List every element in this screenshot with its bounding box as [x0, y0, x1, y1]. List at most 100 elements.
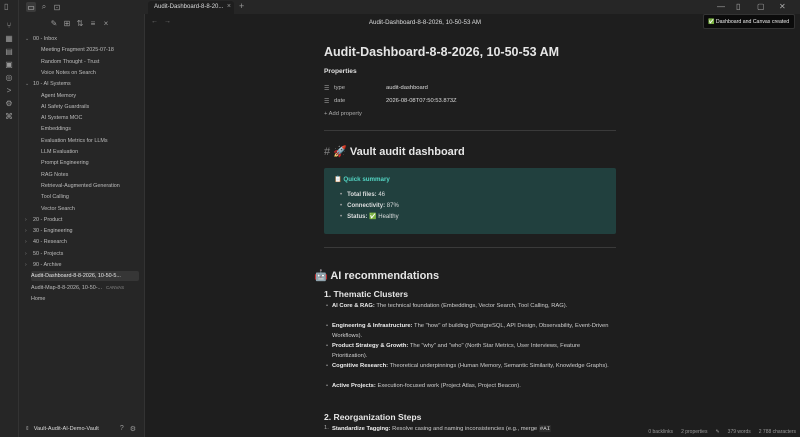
list-item: Active Projects: Execution-focused work … [326, 382, 614, 392]
file-item[interactable]: Random Thought - Trust [41, 57, 139, 67]
tree-item-label: Meeting Fragment 2025-07-18 [41, 47, 114, 54]
sidebar-toggle-icon[interactable]: ▯ [4, 2, 14, 12]
list-item: Engineering & Infrastructure: The "how" … [326, 322, 614, 342]
pencil-icon[interactable]: ✎ [715, 429, 719, 435]
item-label: Cognitive Research: [332, 363, 389, 369]
heading-vault-audit: # 🚀 Vault audit dashboard [324, 145, 465, 158]
tree-item-label: 50 - Projects [33, 250, 64, 257]
item-text: Theoretical underpinnings (Human Memory,… [389, 363, 609, 369]
template-icon[interactable]: ▤ [4, 46, 14, 56]
item-label: Product Strategy & Growth: [332, 343, 409, 349]
view-header-title[interactable]: Audit-Dashboard-8-8-2026, 10-50-53 AM [145, 19, 705, 26]
folder-item[interactable]: › 50 - Projects [25, 249, 139, 259]
tab-audit-dashboard[interactable]: Audit-Dashboard-8-8-20... × [148, 1, 234, 14]
sidebar-header: ▭ ⌕ ⊡ [19, 0, 145, 14]
command-icon[interactable]: ⌘ [4, 111, 14, 121]
item-text: Execution-focused work (Project Atlas, P… [377, 383, 521, 389]
file-item[interactable]: Tool Calling [41, 192, 139, 202]
minimize-icon[interactable]: — [717, 2, 725, 11]
editor-pane: ← → Audit-Dashboard-8-8-2026, 10-50-53 A… [145, 14, 800, 437]
property-key: type [334, 85, 345, 91]
list-item: Total files: 46 [340, 189, 399, 200]
list-icon: ☰ [324, 98, 330, 105]
file-item[interactable]: Voice Notes on Search [41, 68, 139, 78]
section-reorganization-steps: 2. Reorganization Steps [324, 412, 422, 422]
terminal-icon[interactable]: > [4, 85, 14, 95]
inline-title[interactable]: Audit-Dashboard-8-8-2026, 10-50-53 AM [324, 45, 559, 59]
folder-item[interactable]: ⌄ 10 - AI Systems [25, 79, 139, 89]
vault-switcher[interactable]: ⇕ Vault-Audit-AI-Demo-Vault [25, 426, 99, 432]
file-item[interactable]: Audit-Dashboard-8-8-2026, 10-50-5... [31, 271, 139, 282]
heading-text: 🚀 Vault audit dashboard [333, 146, 465, 158]
close-icon[interactable]: × [101, 18, 111, 28]
close-window-icon[interactable]: ✕ [779, 2, 786, 11]
file-item[interactable]: Evaluation Metrics for LLMs [41, 136, 139, 146]
sort-icon[interactable]: ⇅ [75, 18, 85, 28]
file-item[interactable]: Vector Search [41, 204, 139, 214]
folder-item[interactable]: ⌄ 00 - Inbox [25, 34, 139, 44]
tree-item-label: Voice Notes on Search [41, 69, 96, 76]
maximize-icon[interactable]: ▢ [757, 2, 765, 11]
summary-label: Total files: [347, 191, 377, 198]
new-folder-icon[interactable]: ⊞ [62, 18, 72, 28]
summary-label: Connectivity: [347, 202, 386, 209]
backlinks-count[interactable]: 0 backlinks [648, 429, 673, 435]
gear-icon[interactable]: ⚙ [130, 425, 136, 433]
tree-item-label: AI Systems MOC [41, 115, 83, 122]
file-item[interactable]: LLM Evaluation [41, 147, 139, 157]
file-item[interactable]: Agent Memory [41, 91, 139, 101]
list-item: Standardize Tagging: Resolve casing and … [324, 424, 614, 435]
property-value[interactable]: 2026-08-08T07:50:53.873Z [386, 98, 457, 104]
file-item[interactable]: AI Safety Guardrails [41, 102, 139, 112]
graph-icon[interactable]: ⑂ [4, 20, 14, 30]
properties-count[interactable]: 2 properties [681, 429, 707, 435]
tree-item-label: Embeddings [41, 126, 71, 133]
chevron-down-icon: ⌄ [25, 81, 30, 88]
tree-item-label: RAG Notes [41, 171, 69, 178]
files-icon[interactable]: ▭ [26, 2, 36, 12]
tree-item-label: Agent Memory [41, 92, 77, 99]
file-item[interactable]: Prompt Engineering [41, 158, 139, 168]
help-icon[interactable]: ? [120, 425, 124, 433]
search-icon[interactable]: ⌕ [39, 2, 49, 12]
summary-callout: 📋 Quick summary Total files: 46 Connecti… [324, 168, 616, 234]
property-date[interactable]: ☰ date 2026-08-08T07:50:53.873Z [324, 96, 457, 106]
ribbon: ⑂ ▦ ▤ ▣ ◎ > ⚙ ⌘ [0, 0, 19, 437]
calendar-icon[interactable]: ▦ [4, 33, 14, 43]
notice-toast[interactable]: ✅ Dashboard and Canvas created [703, 14, 795, 29]
publish-icon[interactable]: ◎ [4, 72, 14, 82]
close-icon[interactable]: × [227, 3, 231, 10]
properties-heading[interactable]: Properties [324, 68, 357, 75]
list-item: Status: ✅ Healthy [340, 211, 399, 222]
collapse-all-icon[interactable]: ≡ [88, 18, 98, 28]
tab-label: Audit-Dashboard-8-8-20... [154, 4, 224, 10]
inline-code: #AI [538, 425, 552, 432]
folder-item[interactable]: › 20 - Product [25, 215, 139, 225]
file-item[interactable]: RAG Notes [41, 170, 139, 180]
divider [324, 247, 616, 248]
file-item[interactable]: Retrieval-Augmented Generation [41, 181, 139, 191]
file-extension-badge: CANVAS [106, 285, 125, 291]
plugin-icon[interactable]: ⚙ [4, 98, 14, 108]
file-item[interactable]: Meeting Fragment 2025-07-18 [41, 45, 139, 55]
sidebar-right-icon[interactable]: ▯ [736, 2, 740, 11]
property-value[interactable]: audit-dashboard [386, 85, 428, 91]
bookmark-icon[interactable]: ⊡ [52, 2, 62, 12]
file-item[interactable]: Home [31, 294, 139, 304]
add-property-button[interactable]: + Add property [324, 111, 362, 117]
property-type[interactable]: ☰ type audit-dashboard [324, 83, 428, 93]
new-note-icon[interactable]: ✎ [49, 18, 59, 28]
file-item[interactable]: Audit-Map-8-8-2026, 10-50-... CANVAS [31, 283, 139, 293]
file-item[interactable]: Embeddings [41, 124, 139, 134]
list-item: AI Core & RAG: The technical foundation … [326, 302, 614, 312]
divider [324, 130, 616, 131]
folder-item[interactable]: › 90 - Archive [25, 260, 139, 270]
folder-item[interactable]: › 40 - Research [25, 237, 139, 247]
folder-item[interactable]: › 30 - Engineering [25, 226, 139, 236]
canvas-icon[interactable]: ▣ [4, 59, 14, 69]
tree-item-label: 10 - AI Systems [33, 81, 71, 88]
heading-marker: # [324, 146, 331, 158]
new-tab-icon[interactable]: + [239, 2, 244, 11]
item-text: Resolve casing and naming inconsistencie… [392, 426, 539, 432]
file-item[interactable]: AI Systems MOC [41, 113, 139, 123]
